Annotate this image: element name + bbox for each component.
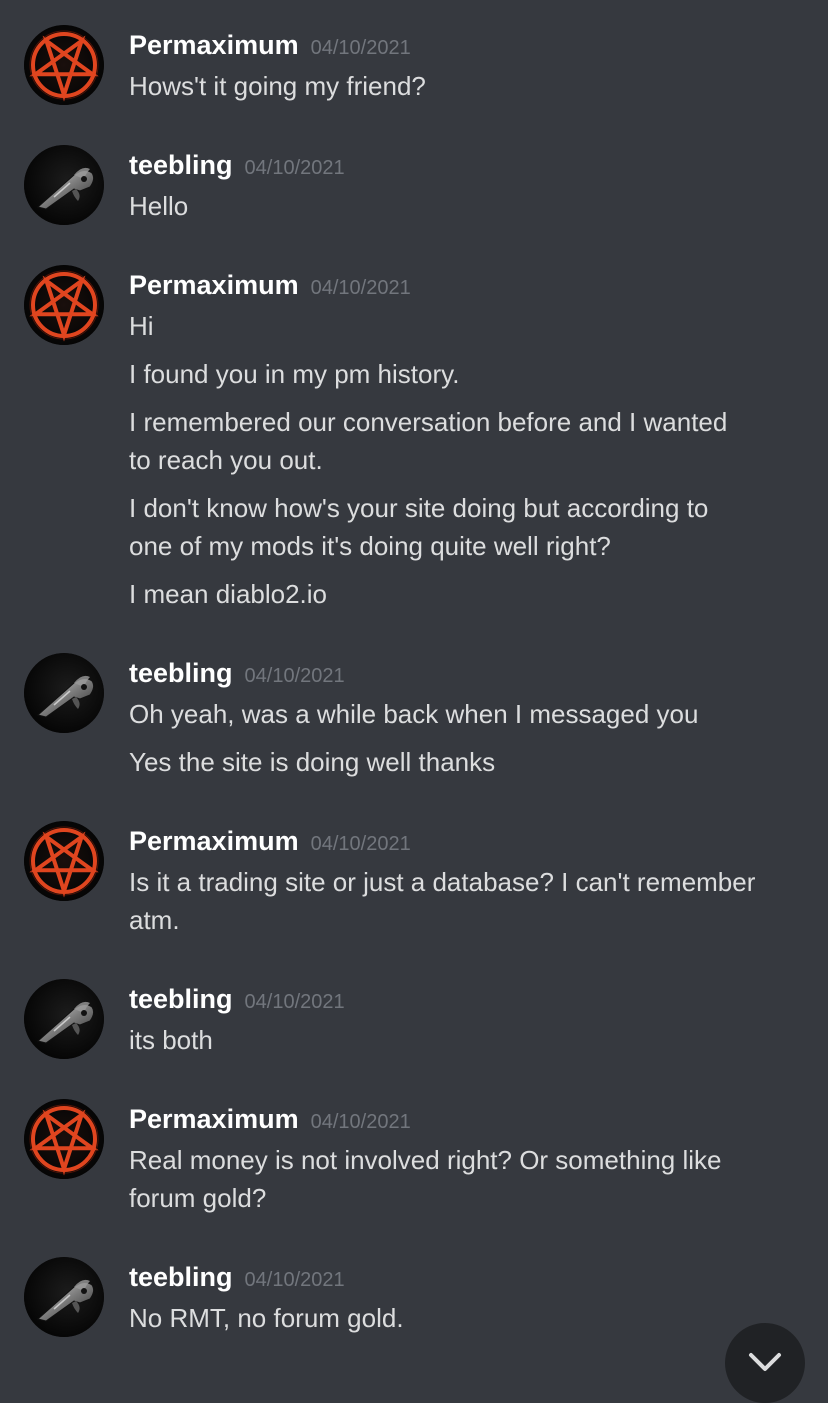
username[interactable]: Permaximum [129, 826, 299, 856]
message-header: teebling 04/10/2021 [129, 1260, 345, 1294]
avatar[interactable] [24, 1257, 104, 1337]
timestamp: 04/10/2021 [310, 1111, 411, 1133]
message-text: Oh yeah, was a while back when I message… [129, 699, 699, 729]
username[interactable]: teebling [129, 658, 233, 688]
message-text: to reach you out. [129, 445, 323, 475]
message-text: its both [129, 1025, 213, 1055]
timestamp: 04/10/2021 [244, 157, 345, 179]
message-text: Is it a trading site or just a database?… [129, 867, 756, 897]
avatar[interactable] [24, 979, 104, 1059]
avatar[interactable] [24, 1099, 104, 1179]
message-header: Permaximum 04/10/2021 [129, 28, 411, 62]
username[interactable]: teebling [129, 984, 233, 1014]
timestamp: 04/10/2021 [310, 277, 411, 299]
message-text: No RMT, no forum gold. [129, 1303, 404, 1333]
message-text: I don't know how's your site doing but a… [129, 493, 709, 523]
message-header: teebling 04/10/2021 [129, 982, 345, 1016]
pentagram-icon [24, 265, 104, 345]
message-text: I remembered our conversation before and… [129, 407, 728, 437]
message-text: Hows't it going my friend? [129, 71, 426, 101]
message-list[interactable]: Permaximum 04/10/2021 Hows't it going my … [0, 0, 828, 1403]
message-text: forum gold? [129, 1183, 267, 1213]
message-text: I found you in my pm history. [129, 359, 460, 389]
timestamp: 04/10/2021 [244, 665, 345, 687]
message-text: I mean diablo2.io [129, 579, 328, 609]
timestamp: 04/10/2021 [310, 37, 411, 59]
timestamp: 04/10/2021 [310, 833, 411, 855]
raven-skull-icon [24, 979, 104, 1059]
message-header: teebling 04/10/2021 [129, 656, 345, 690]
message-text: Hi [129, 311, 154, 341]
message-header: Permaximum 04/10/2021 [129, 824, 411, 858]
username[interactable]: Permaximum [129, 30, 299, 60]
message-header: teebling 04/10/2021 [129, 148, 345, 182]
pentagram-icon [24, 25, 104, 105]
avatar[interactable] [24, 145, 104, 225]
message-text: Yes the site is doing well thanks [129, 747, 496, 777]
message-text: Real money is not involved right? Or som… [129, 1145, 722, 1175]
raven-skull-icon [24, 145, 104, 225]
pentagram-icon [24, 1099, 104, 1179]
jump-to-latest-button[interactable] [725, 1323, 805, 1403]
raven-skull-icon [24, 1257, 104, 1337]
username[interactable]: Permaximum [129, 270, 299, 300]
avatar[interactable] [24, 821, 104, 901]
message-text: one of my mods it's doing quite well rig… [129, 531, 611, 561]
pentagram-icon [24, 821, 104, 901]
message-text: Hello [129, 191, 189, 221]
message-header: Permaximum 04/10/2021 [129, 1102, 411, 1136]
chevron-down-icon [749, 1353, 781, 1371]
username[interactable]: teebling [129, 150, 233, 180]
message-text: atm. [129, 905, 180, 935]
message-header: Permaximum 04/10/2021 [129, 268, 411, 302]
raven-skull-icon [24, 653, 104, 733]
avatar[interactable] [24, 653, 104, 733]
username[interactable]: Permaximum [129, 1104, 299, 1134]
avatar[interactable] [24, 265, 104, 345]
avatar[interactable] [24, 25, 104, 105]
timestamp: 04/10/2021 [244, 991, 345, 1013]
timestamp: 04/10/2021 [244, 1269, 345, 1291]
username[interactable]: teebling [129, 1262, 233, 1292]
